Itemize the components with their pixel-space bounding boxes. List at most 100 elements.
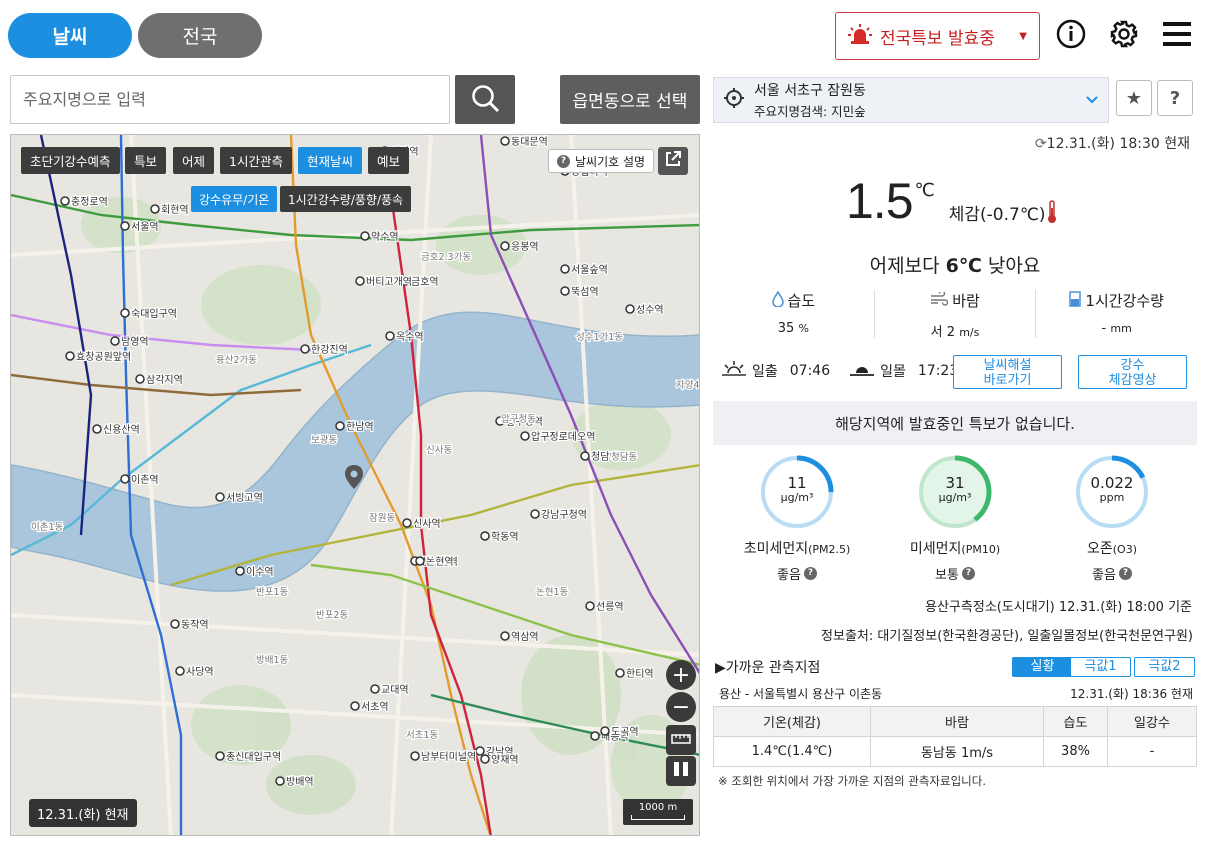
droplet-icon bbox=[771, 290, 784, 311]
tab-weather[interactable]: 날씨 bbox=[8, 13, 132, 58]
question-icon: ? bbox=[557, 154, 570, 168]
caret-down-icon: ▼ bbox=[1019, 30, 1027, 42]
map-station-label: 삼각지역 bbox=[146, 374, 183, 386]
station-marker bbox=[500, 136, 510, 146]
siren-icon bbox=[848, 23, 872, 50]
map-station-label: 서빙고역 bbox=[226, 492, 263, 504]
scale-label: 1000 m bbox=[638, 802, 678, 813]
aq-pm10: 31 μg/m³ 미세먼지(PM10) 보통? bbox=[880, 454, 1030, 583]
station-marker bbox=[135, 374, 145, 384]
question-icon[interactable]: ? bbox=[1118, 567, 1132, 580]
map-tab-forecast[interactable]: 예보 bbox=[368, 147, 410, 174]
location-selector[interactable]: 서울 서초구 잠원동 주요지명검색: 지민숲 bbox=[713, 77, 1109, 123]
map-station-label: 회현역 bbox=[161, 204, 189, 216]
station-marker bbox=[65, 351, 75, 361]
zoom-out-button[interactable]: − bbox=[666, 692, 696, 722]
external-link-button[interactable] bbox=[658, 147, 688, 175]
map-scale-bar: 1000 m bbox=[623, 799, 693, 825]
map-tab-current-weather[interactable]: 현재날씨 bbox=[298, 147, 363, 174]
precip-feel-video-button[interactable]: 강수 체감영상 bbox=[1078, 355, 1187, 389]
alert-label: 전국특보 발효중 bbox=[880, 28, 995, 49]
map-tab-alert[interactable]: 특보 bbox=[125, 147, 167, 174]
data-source-info: 정보출처: 대기질정보(한국환경공단), 일출일몰정보(한국천문연구원) bbox=[821, 629, 1193, 644]
station-marker bbox=[120, 474, 130, 484]
info-icon[interactable] bbox=[1055, 18, 1087, 50]
station-marker bbox=[560, 286, 570, 296]
map-tab-hourly-obs[interactable]: 1시간관측 bbox=[220, 147, 292, 174]
map-station-label: 동대문역 bbox=[511, 136, 548, 148]
chevron-down-icon[interactable] bbox=[1086, 92, 1098, 108]
question-icon[interactable]: ? bbox=[961, 567, 975, 580]
map-tab-nowcast[interactable]: 초단기강수예측 bbox=[21, 147, 120, 174]
station-marker bbox=[415, 556, 425, 566]
aq-ozone: 0.022 ppm 오존(O3) 좋음? bbox=[1037, 454, 1187, 583]
help-button[interactable]: ? bbox=[1157, 80, 1193, 116]
map-station-label: 서초역 bbox=[361, 701, 389, 713]
nearby-tab-extreme1[interactable]: 극값1 bbox=[1070, 657, 1131, 677]
map-district-label: 자양4동 bbox=[676, 380, 700, 391]
feels-like-temperature: 체감(-0.7℃) bbox=[948, 205, 1046, 225]
ruler-button[interactable] bbox=[666, 725, 696, 755]
nationwide-alert-button[interactable]: 전국특보 발효중 ▼ bbox=[835, 12, 1040, 60]
weather-symbol-legend-button[interactable]: ? 날씨기호 설명 bbox=[548, 149, 655, 173]
aq-station-info: 용산구측정소(도시대기) 12.31.(화) 18:00 기준 bbox=[925, 600, 1192, 615]
question-icon: ? bbox=[1169, 87, 1181, 109]
station-marker bbox=[150, 204, 160, 214]
map-station-label: 신용산역 bbox=[103, 424, 140, 436]
nearby-tab-extreme2[interactable]: 극값2 bbox=[1134, 657, 1195, 677]
location-pin-icon bbox=[345, 465, 363, 493]
weather-map[interactable]: 충정로역 회현역 서울역 숙대입구역 남영역 효창공원앞역 삼각지역 신용산역 이촌역 서빙고역 한… bbox=[10, 134, 700, 836]
map-station-label: 압구정로데오역 bbox=[531, 430, 595, 443]
nearby-station-location: 용산 - 서울특별시 용산구 이촌동 bbox=[719, 687, 883, 701]
subtab-precip-wind[interactable]: 1시간강수량/풍향/풍속 bbox=[280, 186, 412, 212]
station-marker bbox=[500, 631, 510, 641]
favorite-button[interactable]: ★ bbox=[1116, 80, 1152, 116]
map-station-label: 방배역 bbox=[286, 776, 314, 788]
map-station-label: 효창공원앞역 bbox=[76, 351, 131, 363]
map-tab-yesterday[interactable]: 어제 bbox=[173, 147, 215, 174]
station-marker bbox=[600, 726, 610, 736]
map-district-label: 청담동 bbox=[611, 451, 637, 463]
layer-toggle-button[interactable] bbox=[666, 756, 696, 786]
temperature-unit: ℃ bbox=[914, 180, 935, 201]
search-button[interactable] bbox=[455, 75, 515, 124]
map-station-label: 논현역 bbox=[426, 556, 454, 568]
sunrise: 일출 07:46 bbox=[722, 360, 830, 382]
region-select-button[interactable]: 읍면동으로 선택 bbox=[560, 75, 700, 124]
nearby-tab-current[interactable]: 실황 bbox=[1012, 657, 1073, 677]
station-marker bbox=[500, 241, 510, 251]
star-icon: ★ bbox=[1125, 87, 1143, 109]
nearby-footnote: ※ 조회한 위치에서 가장 가까운 지점의 관측자료입니다. bbox=[718, 774, 986, 788]
current-temperature: 1.5 bbox=[846, 173, 914, 229]
map-station-label: 옥수역 bbox=[396, 331, 424, 343]
crosshair-icon[interactable] bbox=[724, 88, 744, 112]
tab-nation[interactable]: 전국 bbox=[138, 13, 262, 58]
map-station-label: 숙대입구역 bbox=[131, 307, 177, 320]
question-icon[interactable]: ? bbox=[803, 567, 817, 580]
map-district-label: 금호2.3가동 bbox=[421, 252, 471, 263]
search-icon bbox=[470, 83, 500, 117]
zoom-in-button[interactable]: + bbox=[666, 660, 696, 690]
ruler-icon bbox=[671, 731, 691, 750]
metric-precipitation: 1시간강수량 - mm bbox=[1036, 290, 1197, 338]
station-marker bbox=[475, 746, 485, 756]
station-marker bbox=[590, 731, 600, 741]
no-alert-notice: 해당지역에 발효중인 특보가 없습니다. bbox=[713, 401, 1197, 445]
station-marker bbox=[530, 509, 540, 519]
weather-commentary-button[interactable]: 날씨해설 바로가기 bbox=[953, 355, 1062, 389]
map-station-label: 신사역 bbox=[413, 518, 441, 530]
search-input[interactable] bbox=[10, 75, 450, 124]
map-district-label: 반포1동 bbox=[256, 587, 289, 598]
map-district-label: 방배1동 bbox=[256, 655, 289, 666]
map-station-label: 사당역 bbox=[186, 666, 214, 678]
map-station-label: 서울역 bbox=[131, 221, 159, 233]
station-marker bbox=[585, 601, 595, 611]
hamburger-menu-icon[interactable] bbox=[1161, 18, 1193, 50]
table-row: 1.4℃(1.4℃) 동남동 1m/s 38% - bbox=[713, 736, 1197, 767]
gear-icon[interactable] bbox=[1108, 18, 1140, 50]
refresh-icon[interactable]: ⟳ bbox=[1035, 136, 1047, 152]
map-district-label: 보광동 bbox=[311, 434, 337, 446]
subtab-precip-temp[interactable]: 강수유무/기온 bbox=[191, 186, 278, 212]
aq-pm25-ring: 11 μg/m³ bbox=[759, 454, 835, 530]
map-station-label: 이촌역 bbox=[131, 474, 159, 486]
